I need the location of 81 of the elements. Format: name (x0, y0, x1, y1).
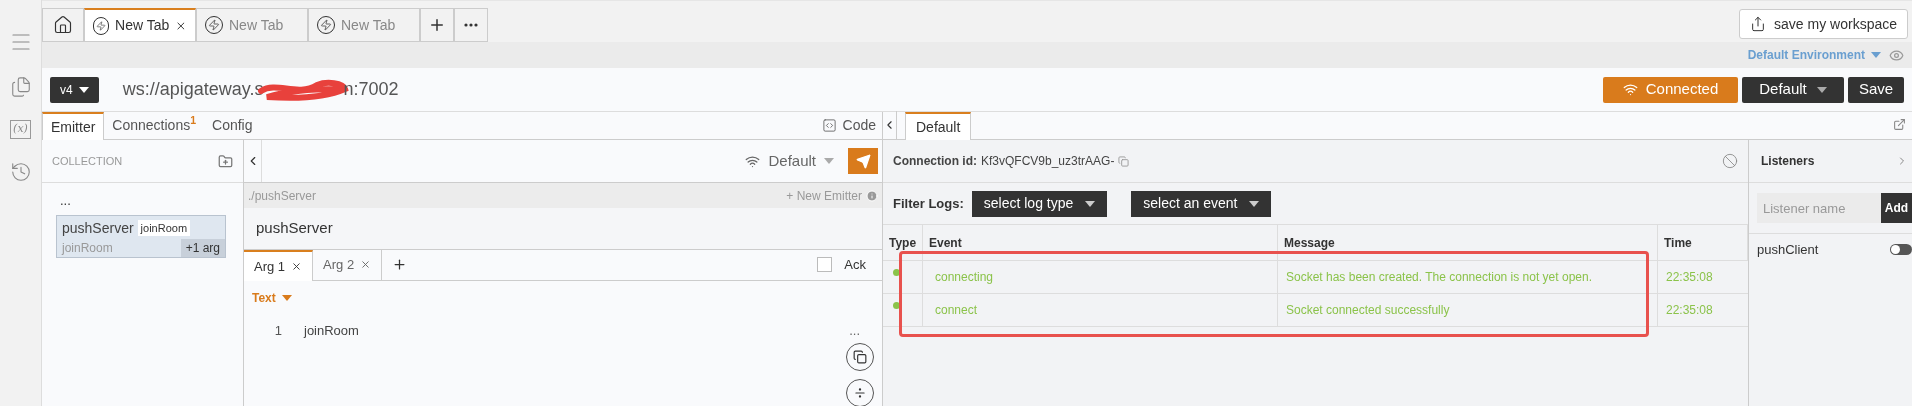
collection-title: COLLECTION (52, 153, 123, 169)
more-icon (464, 23, 478, 27)
emitter-name: pushServer (62, 218, 134, 238)
wifi-icon (745, 153, 761, 169)
info-icon[interactable] (866, 189, 878, 202)
clear-icon[interactable] (1722, 153, 1738, 169)
parent-folder[interactable]: ... (52, 191, 243, 211)
version-dropdown[interactable]: v4 (50, 76, 99, 103)
table-cell: Socket connected successfully (1278, 294, 1658, 327)
eye-icon[interactable] (1889, 47, 1904, 63)
panel-tab[interactable]: Connections$^{1}$ (104, 111, 204, 139)
emitter-path: ./pushServer (248, 187, 317, 205)
table-cell: 22:35:08 (1658, 294, 1748, 327)
url-text: n:7002 (343, 78, 399, 101)
code-icon (821, 117, 837, 133)
copy-icon[interactable] (1118, 155, 1130, 167)
connection-id-label: Connection id: (893, 153, 977, 170)
save-workspace-button[interactable]: save my workspace (1739, 9, 1908, 39)
history-icon[interactable] (9, 160, 32, 183)
listeners-title: Listeners (1761, 153, 1815, 170)
argument-tab[interactable]: Arg 1 (244, 250, 314, 281)
workspace-tab[interactable]: New Tab (84, 8, 196, 42)
caret-icon (1816, 86, 1827, 93)
new-folder-icon[interactable] (218, 153, 233, 169)
filter-logs-label: Filter Logs: (893, 194, 964, 213)
more-button[interactable] (454, 8, 488, 42)
listener-name: pushClient (1757, 241, 1819, 259)
filter-dropdown[interactable]: select log type (971, 190, 1108, 217)
caret-icon (281, 295, 292, 301)
table-cell: Socket has been created. The connection is not yet open. (1278, 261, 1658, 294)
table-cell: connect (923, 294, 1278, 327)
caret-icon (824, 158, 834, 164)
column-header: Event (923, 225, 1278, 261)
toggle-switch[interactable] (1890, 244, 1912, 256)
close-icon[interactable] (291, 261, 303, 272)
ack-label: Ack (844, 255, 866, 274)
divide-icon (853, 386, 867, 400)
code-button[interactable]: Code (821, 111, 882, 139)
line-number: 1 (273, 322, 282, 340)
more-options[interactable]: ... (849, 321, 860, 341)
send-icon (855, 153, 871, 169)
send-button[interactable] (848, 148, 878, 174)
table-cell: 22:35:08 (1658, 261, 1748, 294)
listener-name-field[interactable]: Listener name (1757, 193, 1881, 223)
add-tab-button[interactable] (420, 8, 454, 42)
code-line: joinRoom (304, 322, 359, 340)
argument-tab[interactable]: Arg 2 (313, 249, 383, 280)
emitter-name-field[interactable]: pushServer (256, 217, 333, 240)
profile-dropdown[interactable]: Default (1742, 76, 1844, 103)
column-header: Type (883, 225, 923, 261)
panel-tab[interactable]: Emitter (42, 112, 105, 140)
table-cell: connecting (923, 261, 1278, 294)
home-tab[interactable] (42, 8, 84, 42)
plus-icon (428, 16, 446, 34)
emitter-item[interactable]: pushServer joinRoom joinRoom +1 arg (56, 214, 226, 258)
column-header: Time (1658, 225, 1748, 261)
url-text: ws://apigateway.s (122, 78, 264, 101)
home-icon (53, 15, 73, 35)
open-external-icon[interactable] (1893, 118, 1906, 131)
connection-dropdown[interactable]: Default (745, 149, 834, 173)
log-tab[interactable]: Default (905, 112, 972, 140)
column-header: Message (1278, 225, 1658, 261)
copy-icon (853, 350, 867, 364)
add-button[interactable]: Add (1881, 193, 1912, 223)
ack-checkbox[interactable] (817, 257, 833, 272)
connection-id: Kf3vQFCV9b_uz3trAAG- (981, 153, 1115, 170)
filter-dropdown[interactable]: select an event (1131, 190, 1272, 217)
caret-icon (1085, 200, 1096, 207)
plus-icon (391, 257, 407, 272)
event-label: joinRoom (62, 239, 113, 257)
event-tag: joinRoom (137, 219, 191, 237)
save-button[interactable]: Save (1848, 76, 1904, 103)
share-icon (1750, 16, 1767, 32)
caret-icon (1249, 200, 1260, 207)
close-icon[interactable] (360, 259, 372, 270)
wifi-icon (1622, 82, 1638, 97)
documents-icon[interactable] (9, 76, 32, 98)
arg-count: +1 arg (180, 238, 225, 257)
caret-icon (1871, 52, 1881, 58)
panel-tab[interactable]: Config (204, 111, 261, 139)
caret-icon (78, 86, 89, 93)
